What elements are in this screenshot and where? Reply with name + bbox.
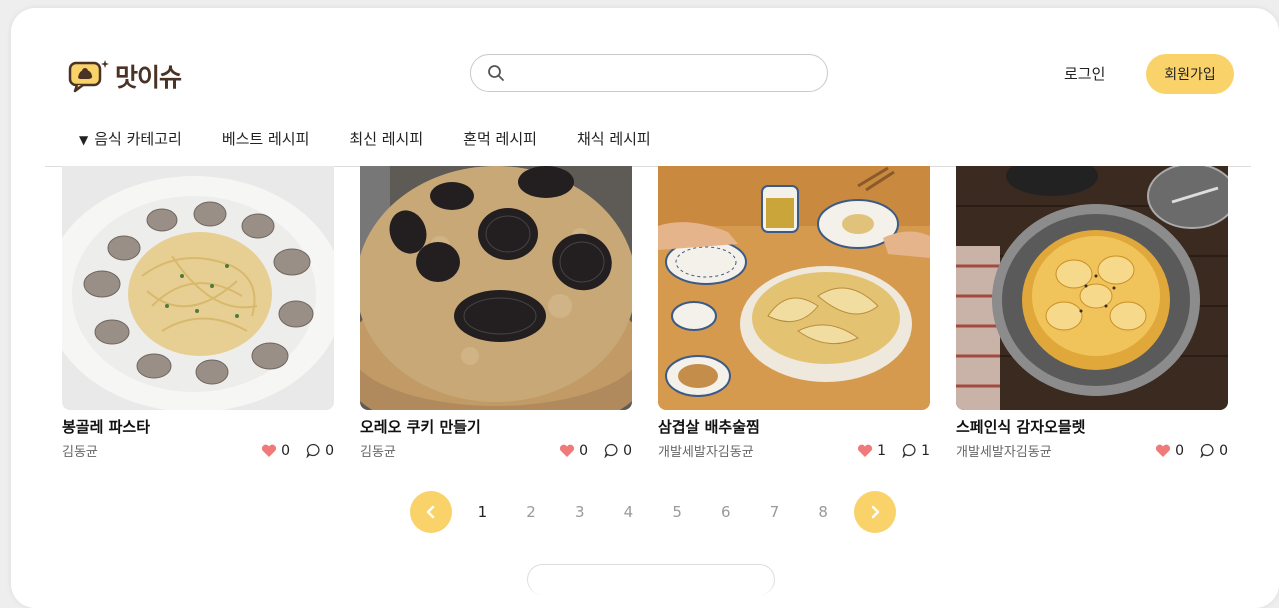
comment-icon[interactable] bbox=[604, 443, 619, 458]
nav-food-category-label: 음식 카테고리 bbox=[94, 130, 182, 148]
recipe-image[interactable] bbox=[62, 166, 334, 410]
page-2[interactable]: 2 bbox=[507, 503, 556, 521]
app-frame: 맛이슈 로그인 회원가입 ▼ 음식 카테고리 베스트 레시피 최신 레시피 혼먹 … bbox=[11, 8, 1279, 608]
recipe-meta: 김동균 0 0 bbox=[62, 441, 334, 461]
recipe-meta: 개발세발자김동균 0 0 bbox=[956, 441, 1228, 461]
comment-count: 0 bbox=[1219, 442, 1228, 459]
recipe-author: 개발세발자김동균 bbox=[658, 445, 754, 460]
comment-count: 1 bbox=[921, 442, 930, 459]
recipe-meta: 김동균 0 0 bbox=[360, 441, 632, 461]
page-6[interactable]: 6 bbox=[701, 503, 750, 521]
nav-food-category[interactable]: ▼ 음식 카테고리 bbox=[79, 128, 182, 149]
next-page-button[interactable] bbox=[853, 491, 896, 533]
search-box[interactable] bbox=[470, 54, 828, 92]
recipe-counts: 0 0 bbox=[1155, 443, 1228, 459]
search-input[interactable] bbox=[513, 57, 827, 89]
chevron-right-icon bbox=[871, 505, 879, 519]
page-3[interactable]: 3 bbox=[555, 503, 604, 521]
like-count: 1 bbox=[877, 442, 887, 459]
recipe-card[interactable]: 오레오 쿠키 만들기 김동균 0 0 bbox=[360, 166, 632, 460]
login-link[interactable]: 로그인 bbox=[1064, 63, 1105, 84]
signup-button[interactable]: 회원가입 bbox=[1146, 54, 1234, 94]
category-nav: ▼ 음식 카테고리 베스트 레시피 최신 레시피 혼먹 레시피 채식 레시피 bbox=[79, 128, 651, 149]
recipe-card[interactable]: 봉골레 파스타 김동균 0 0 bbox=[62, 166, 334, 460]
logo[interactable]: 맛이슈 bbox=[67, 56, 182, 96]
nav-latest-recipe[interactable]: 최신 레시피 bbox=[349, 128, 423, 149]
recipe-title[interactable]: 스페인식 감자오믈렛 bbox=[956, 416, 1228, 437]
nav-best-recipe[interactable]: 베스트 레시피 bbox=[222, 128, 310, 149]
recipe-card[interactable]: 스페인식 감자오믈렛 개발세발자김동균 0 0 bbox=[956, 166, 1228, 460]
nav-vegan-recipe[interactable]: 채식 레시피 bbox=[577, 128, 651, 149]
page-7[interactable]: 7 bbox=[750, 503, 799, 521]
logo-text: 맛이슈 bbox=[115, 63, 182, 92]
recipe-author: 개발세발자김동균 bbox=[956, 445, 1052, 460]
comment-icon[interactable] bbox=[306, 443, 321, 458]
like-count: 0 bbox=[281, 442, 291, 459]
prev-page-button[interactable] bbox=[410, 491, 452, 533]
search-icon bbox=[488, 65, 504, 81]
recipe-image[interactable] bbox=[956, 166, 1228, 410]
chevron-left-icon bbox=[426, 505, 435, 519]
page-1[interactable]: 1 bbox=[458, 503, 507, 521]
recipe-meta: 개발세발자김동균 1 1 bbox=[658, 441, 930, 461]
heart-icon[interactable] bbox=[559, 444, 575, 458]
recipe-author: 김동균 bbox=[360, 445, 396, 460]
page-numbers: 1 2 3 4 5 6 7 8 bbox=[458, 503, 848, 521]
header: 맛이슈 로그인 회원가입 ▼ 음식 카테고리 베스트 레시피 최신 레시피 혼먹 … bbox=[45, 8, 1251, 167]
recipe-title[interactable]: 봉골레 파스타 bbox=[62, 416, 334, 437]
comment-icon[interactable] bbox=[902, 443, 917, 458]
heart-icon[interactable] bbox=[857, 444, 873, 458]
recipe-author: 김동균 bbox=[62, 445, 98, 460]
recipe-image[interactable] bbox=[360, 166, 632, 410]
heart-icon[interactable] bbox=[261, 444, 277, 458]
recipe-card[interactable]: 삼겹살 배추술찜 개발세발자김동균 1 1 bbox=[658, 166, 930, 460]
pagination: 1 2 3 4 5 6 7 8 bbox=[410, 491, 896, 533]
like-count: 0 bbox=[579, 442, 589, 459]
heart-icon[interactable] bbox=[1155, 444, 1171, 458]
nav-solo-recipe[interactable]: 혼먹 레시피 bbox=[463, 128, 537, 149]
page-5[interactable]: 5 bbox=[653, 503, 702, 521]
recipe-title[interactable]: 삼겹살 배추술찜 bbox=[658, 416, 930, 437]
recipe-counts: 0 0 bbox=[261, 443, 334, 459]
comment-icon[interactable] bbox=[1200, 443, 1215, 458]
recipe-grid: 봉골레 파스타 김동균 0 0 오레오 쿠키 만들기 김동균 0 0 삼겹살 배… bbox=[62, 166, 1232, 466]
caret-down-icon: ▼ bbox=[79, 133, 89, 147]
recipe-counts: 1 1 bbox=[857, 443, 930, 459]
recipe-title[interactable]: 오레오 쿠키 만들기 bbox=[360, 416, 632, 437]
comment-count: 0 bbox=[623, 442, 632, 459]
page-8[interactable]: 8 bbox=[799, 503, 848, 521]
comment-count: 0 bbox=[325, 442, 334, 459]
recipe-image[interactable] bbox=[658, 166, 930, 410]
recipe-counts: 0 0 bbox=[559, 443, 632, 459]
bottom-element[interactable] bbox=[527, 564, 775, 595]
page-4[interactable]: 4 bbox=[604, 503, 653, 521]
chat-logo-icon bbox=[68, 60, 109, 93]
like-count: 0 bbox=[1175, 442, 1185, 459]
